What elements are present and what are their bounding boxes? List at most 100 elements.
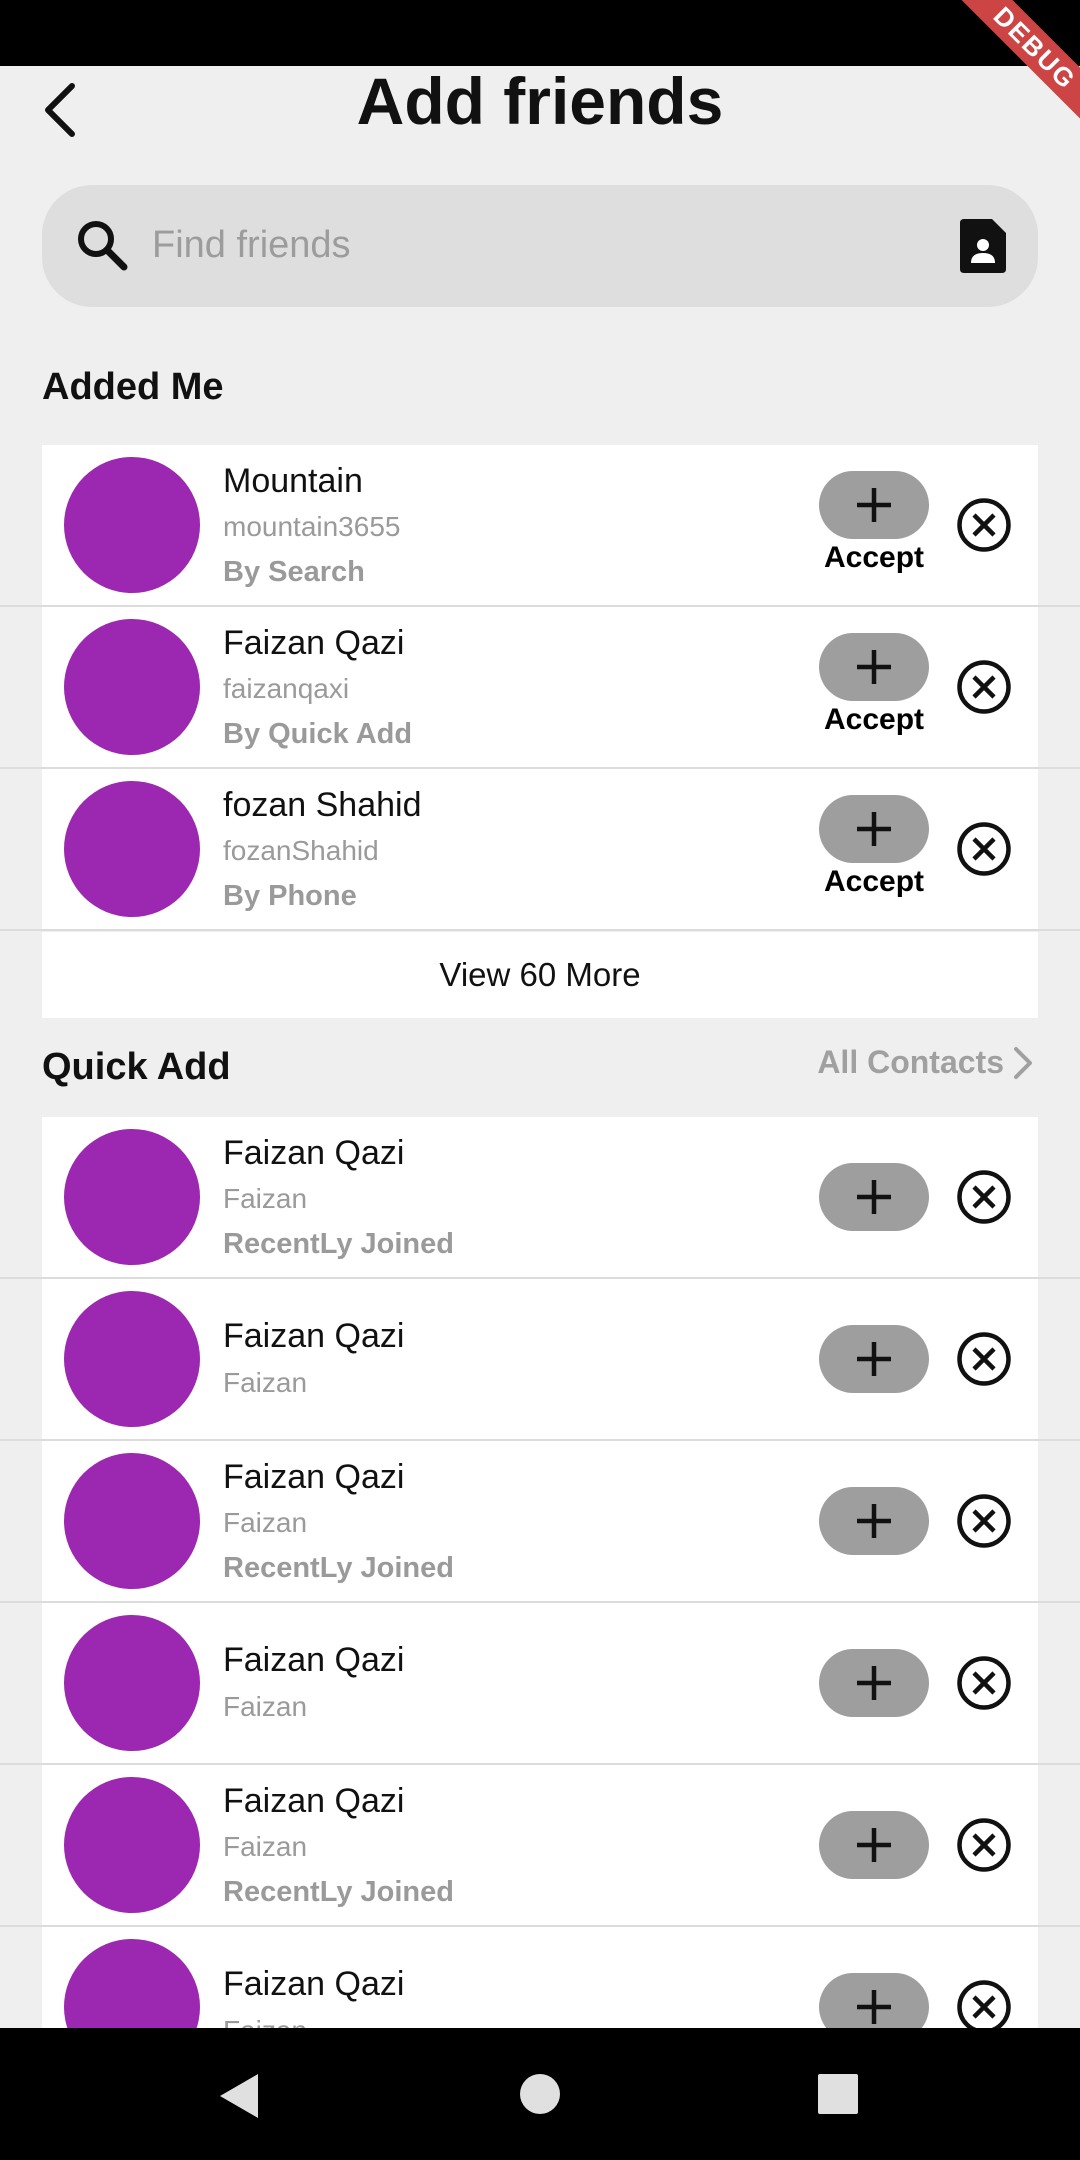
friend-name: Faizan Qazi: [223, 624, 405, 662]
friend-name: Faizan Qazi: [223, 1641, 405, 1679]
plus-icon: [857, 812, 891, 846]
avatar: [64, 1777, 200, 1913]
add-friend-button[interactable]: [819, 1325, 929, 1393]
friend-username: Faizan: [223, 2015, 307, 2028]
friend-source: By Quick Add: [223, 718, 413, 750]
friend-name: Faizan Qazi: [223, 1317, 405, 1355]
plus-icon: [857, 1990, 891, 2024]
system-navigation-bar: [0, 2028, 1080, 2160]
plus-icon: [857, 1342, 891, 1376]
friend-username: Faizan: [223, 1183, 308, 1214]
back-arrow-icon: [45, 83, 75, 137]
friend-source: RecentLy Joined: [223, 1228, 454, 1260]
list-item[interactable]: Faizan Qazi Faizan: [0, 1603, 1080, 1765]
friend-name: fozan Shahid: [223, 786, 422, 824]
accept-button[interactable]: [819, 471, 929, 539]
section-title-added-me: Added Me: [42, 366, 224, 408]
quick-add-card: Faizan Qazi Faizan: [42, 1927, 1038, 2028]
close-circle-icon[interactable]: [956, 1493, 1012, 1549]
friend-source: RecentLy Joined: [223, 1552, 454, 1584]
search-bar[interactable]: [42, 185, 1038, 307]
friend-name: Faizan Qazi: [223, 1134, 405, 1172]
friend-source: By Search: [223, 556, 365, 588]
plus-icon: [857, 1666, 891, 1700]
plus-icon: [857, 1504, 891, 1538]
friend-username: Faizan: [223, 1831, 308, 1862]
nav-home-icon[interactable]: [520, 2074, 560, 2114]
quick-add-card: Faizan Qazi Faizan RecentLy Joined: [42, 1117, 1038, 1277]
accept-label[interactable]: Accept: [802, 865, 946, 899]
avatar: [64, 619, 200, 755]
quick-add-card: Faizan Qazi Faizan: [42, 1603, 1038, 1763]
search-input[interactable]: [152, 213, 932, 277]
close-circle-icon[interactable]: [956, 659, 1012, 715]
quick-add-card: Faizan Qazi Faizan: [42, 1279, 1038, 1439]
contact-card-icon[interactable]: [956, 215, 1010, 275]
friend-username: mountain3655: [223, 511, 401, 542]
quick-add-card: Faizan Qazi Faizan RecentLy Joined: [42, 1765, 1038, 1925]
list-item[interactable]: Faizan Qazi Faizan: [0, 1279, 1080, 1441]
plus-icon: [857, 1180, 891, 1214]
list-item[interactable]: Mountain mountain3655 By Search Accept: [0, 445, 1080, 607]
list-item[interactable]: fozan Shahid fozanShahid By Phone Accept: [0, 769, 1080, 931]
plus-icon: [857, 1828, 891, 1862]
nav-back-icon[interactable]: [218, 2072, 262, 2120]
close-circle-icon[interactable]: [956, 1817, 1012, 1873]
accept-label[interactable]: Accept: [802, 541, 946, 575]
add-friend-button[interactable]: [819, 1487, 929, 1555]
close-circle-icon[interactable]: [956, 1331, 1012, 1387]
friend-source: By Phone: [223, 880, 357, 912]
close-circle-icon[interactable]: [956, 1169, 1012, 1225]
quick-add-card: Faizan Qazi Faizan RecentLy Joined: [42, 1441, 1038, 1601]
list-item[interactable]: Faizan Qazi Faizan RecentLy Joined: [0, 1117, 1080, 1279]
page-title: Add friends: [356, 64, 724, 138]
plus-icon: [857, 650, 891, 684]
friend-request-card: fozan Shahid fozanShahid By Phone Accept: [42, 769, 1038, 929]
chevron-right-icon: [1014, 1046, 1032, 1079]
plus-icon: [857, 488, 891, 522]
add-friend-button[interactable]: [819, 1163, 929, 1231]
section-title-quick-add: Quick Add: [42, 1046, 231, 1088]
close-circle-icon[interactable]: [956, 821, 1012, 877]
list-item[interactable]: Faizan Qazi Faizan: [0, 1927, 1080, 2028]
list-item[interactable]: Faizan Qazi Faizan RecentLy Joined: [0, 1765, 1080, 1927]
add-friend-button[interactable]: [819, 1811, 929, 1879]
accept-button[interactable]: [819, 633, 929, 701]
list-item[interactable]: Faizan Qazi faizanqaxi By Quick Add Acce…: [0, 607, 1080, 769]
list-item[interactable]: Faizan Qazi Faizan RecentLy Joined: [0, 1441, 1080, 1603]
avatar: [64, 457, 200, 593]
friend-name: Faizan Qazi: [223, 1965, 405, 2003]
nav-recents-icon[interactable]: [818, 2074, 858, 2114]
close-circle-icon[interactable]: [956, 497, 1012, 553]
friend-username: Faizan: [223, 1691, 308, 1722]
avatar: [64, 1939, 200, 2028]
friend-username: Faizan: [223, 1367, 308, 1398]
all-contacts-link[interactable]: All Contacts: [817, 1044, 1034, 1081]
friend-source: RecentLy Joined: [223, 1876, 454, 1908]
avatar: [64, 1291, 200, 1427]
back-button[interactable]: [34, 70, 86, 150]
accept-label[interactable]: Accept: [802, 703, 946, 737]
avatar: [64, 1453, 200, 1589]
app-bar: Add friends: [0, 66, 1080, 176]
friend-request-card: Mountain mountain3655 By Search Accept: [42, 445, 1038, 605]
search-icon: [78, 221, 128, 271]
screen-content: Add friends DEBUG Added Me Mountain moun…: [0, 0, 1080, 2028]
friend-name: Mountain: [223, 462, 363, 500]
avatar: [64, 781, 200, 917]
accept-button[interactable]: [819, 795, 929, 863]
friend-name: Faizan Qazi: [223, 1782, 405, 1820]
add-friend-button[interactable]: [819, 1973, 929, 2028]
friend-username: fozanShahid: [223, 835, 379, 866]
friend-name: Faizan Qazi: [223, 1458, 405, 1496]
friend-username: Faizan: [223, 1507, 308, 1538]
view-more-button[interactable]: View 60 More: [42, 932, 1038, 1018]
add-friend-button[interactable]: [819, 1649, 929, 1717]
status-bar: [0, 0, 1080, 66]
friend-request-card: Faizan Qazi faizanqaxi By Quick Add Acce…: [42, 607, 1038, 767]
friend-username: faizanqaxi: [223, 673, 350, 704]
all-contacts-label: All Contacts: [817, 1044, 1004, 1080]
avatar: [64, 1615, 200, 1751]
close-circle-icon[interactable]: [956, 1655, 1012, 1711]
close-circle-icon[interactable]: [956, 1979, 1012, 2028]
